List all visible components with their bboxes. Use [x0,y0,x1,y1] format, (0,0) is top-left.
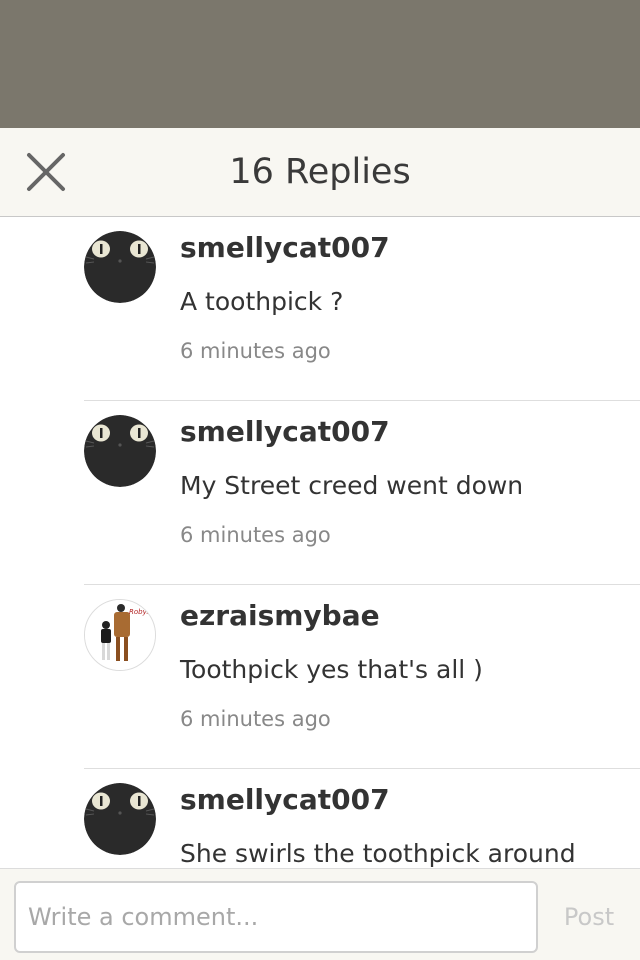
replies-list[interactable]: smellycat007 A toothpick ? 6 minutes ago [0,217,640,868]
avatar[interactable] [84,231,156,303]
post-button[interactable]: Post [548,881,630,953]
reply-text: Toothpick yes that's all ) [180,655,483,684]
reply-timestamp: 6 minutes ago [180,523,331,547]
comment-input[interactable] [14,881,538,953]
black-cat-avatar-icon [84,231,156,303]
replies-header: 16 Replies [0,128,640,217]
dimmed-backdrop[interactable] [0,0,640,128]
replies-sheet: 16 Replies smellycat007 A toothpick ? 6 … [0,128,640,960]
reply-username[interactable]: smellycat007 [180,415,390,448]
reply-text: My Street creed went down [180,471,524,500]
reply-text: She swirls the toothpick around [180,839,576,868]
reply-item: smellycat007 My Street creed went down 6… [84,401,640,585]
reply-item: Roby. ezraismybae Toothpick yes that's a… [84,585,640,769]
page-title: 16 Replies [229,152,411,192]
illustrated-couple-avatar-icon: Roby. [85,600,155,670]
reply-username[interactable]: smellycat007 [180,783,390,816]
avatar-signature: Roby. [129,608,148,616]
reply-text: A toothpick ? [180,287,344,316]
black-cat-avatar-icon [84,415,156,487]
black-cat-avatar-icon [84,783,156,855]
reply-item: smellycat007 A toothpick ? 6 minutes ago [84,217,640,401]
reply-username[interactable]: smellycat007 [180,231,390,264]
comment-composer: Post [0,868,640,960]
avatar[interactable] [84,415,156,487]
reply-username[interactable]: ezraismybae [180,599,380,632]
avatar[interactable]: Roby. [84,599,156,671]
reply-timestamp: 6 minutes ago [180,339,331,363]
reply-timestamp: 6 minutes ago [180,707,331,731]
reply-item: smellycat007 She swirls the toothpick ar… [84,769,640,868]
avatar[interactable] [84,783,156,855]
